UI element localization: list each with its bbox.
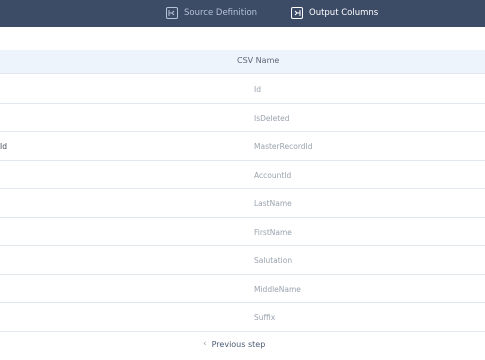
tab-output-columns[interactable]: Output Columns xyxy=(291,5,378,21)
table-row[interactable]: FirstName xyxy=(0,218,485,246)
csv-name-cell: MasterRecordId xyxy=(254,142,313,151)
source-definition-icon xyxy=(166,7,178,19)
previous-step-button[interactable]: ‹ Previous step xyxy=(203,339,265,349)
table-row[interactable]: Salutation xyxy=(0,246,485,275)
chevron-left-icon: ‹ xyxy=(203,339,207,349)
table-row[interactable]: IsDeleted xyxy=(0,104,485,132)
csv-name-cell: IsDeleted xyxy=(254,113,290,123)
tab-output-columns-label: Output Columns xyxy=(309,8,379,18)
csv-name-cell: Suffix xyxy=(254,313,276,322)
tab-source-definition[interactable]: Source Definition xyxy=(166,5,257,21)
previous-step-label: Previous step xyxy=(211,339,266,349)
csv-name-cell: Salutation xyxy=(254,256,293,265)
table-row[interactable]: MiddleName xyxy=(0,275,485,303)
csv-name-cell: AccountId xyxy=(254,170,292,180)
row-left-value: Id xyxy=(0,142,7,151)
csv-name-cell: MiddleName xyxy=(254,284,301,294)
output-columns-icon xyxy=(291,7,303,19)
csv-name-cell: LastName xyxy=(254,199,292,208)
table-row[interactable]: Id xyxy=(0,75,485,104)
table-header-row: CSV Name xyxy=(0,50,485,74)
top-nav-bar: Source Definition Output Columns xyxy=(0,0,485,27)
csv-name-column-header: CSV Name xyxy=(237,56,280,65)
table-row[interactable]: LastName xyxy=(0,189,485,218)
table-row[interactable]: Id MasterRecordId xyxy=(0,132,485,161)
csv-name-cell: FirstName xyxy=(254,227,292,237)
tab-source-definition-label: Source Definition xyxy=(184,8,258,18)
table-row[interactable]: AccountId xyxy=(0,161,485,189)
csv-name-cell: Id xyxy=(254,85,261,94)
table-row[interactable]: Suffix xyxy=(0,303,485,332)
